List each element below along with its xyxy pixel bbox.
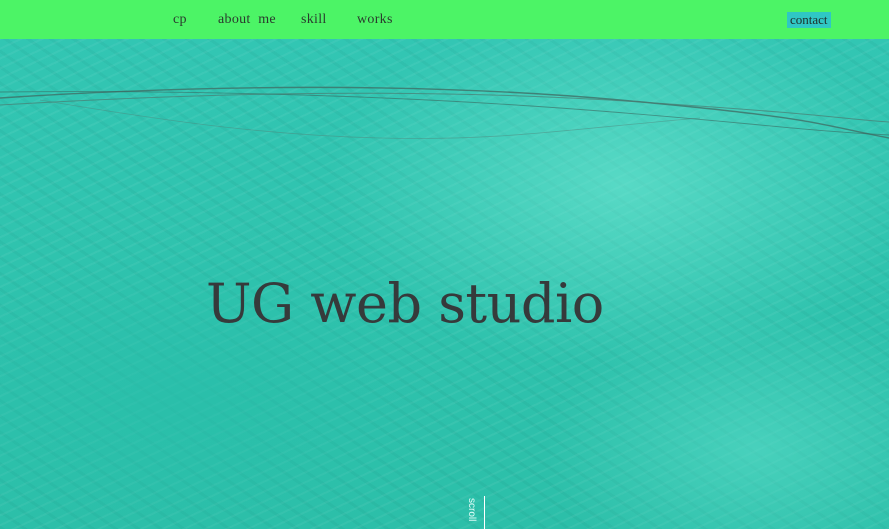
wire-2 (0, 92, 889, 123)
scroll-indicator[interactable]: scroll (465, 496, 489, 529)
scroll-label: scroll (466, 498, 477, 522)
scroll-line (484, 496, 485, 529)
overhead-wires (0, 86, 889, 139)
contact-button[interactable]: contact (787, 12, 831, 28)
nav-link-about-me[interactable]: about me (218, 11, 276, 29)
hero-title: UG web studio (206, 272, 604, 335)
nav-link-works[interactable]: works (357, 11, 393, 29)
wire-1 (0, 86, 889, 139)
top-navbar: cp about me skill works contact (0, 0, 889, 39)
nav-link-cp[interactable]: cp (173, 11, 187, 29)
nav-link-skill[interactable]: skill (301, 11, 327, 29)
wire-4 (39, 99, 701, 139)
hero-background (0, 0, 889, 529)
